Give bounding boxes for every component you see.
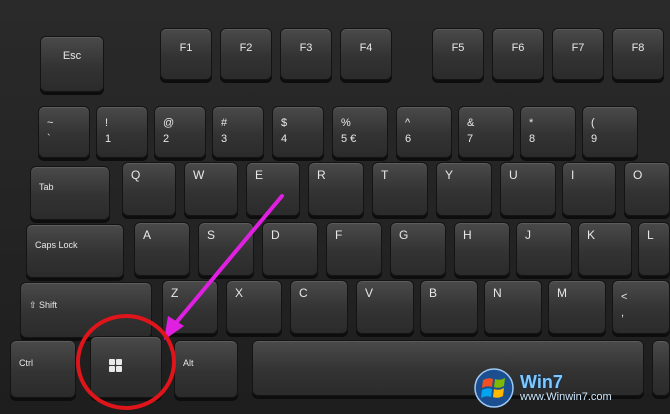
keyboard-photo: Esc F1 F2 F3 F4 F5 F6 F7 F8 ~ ` ! 1 @ 2 … xyxy=(0,0,670,414)
watermark-title: Win7 xyxy=(520,371,563,392)
watermark-subtitle: www.Winwin7.com xyxy=(520,390,612,403)
windows-flag-icon xyxy=(474,368,514,408)
watermark: Win7 www.Winwin7.com xyxy=(474,364,670,412)
arrow-annotation xyxy=(164,194,284,340)
highlight-circle xyxy=(76,314,176,410)
annotation-layer xyxy=(76,194,284,410)
